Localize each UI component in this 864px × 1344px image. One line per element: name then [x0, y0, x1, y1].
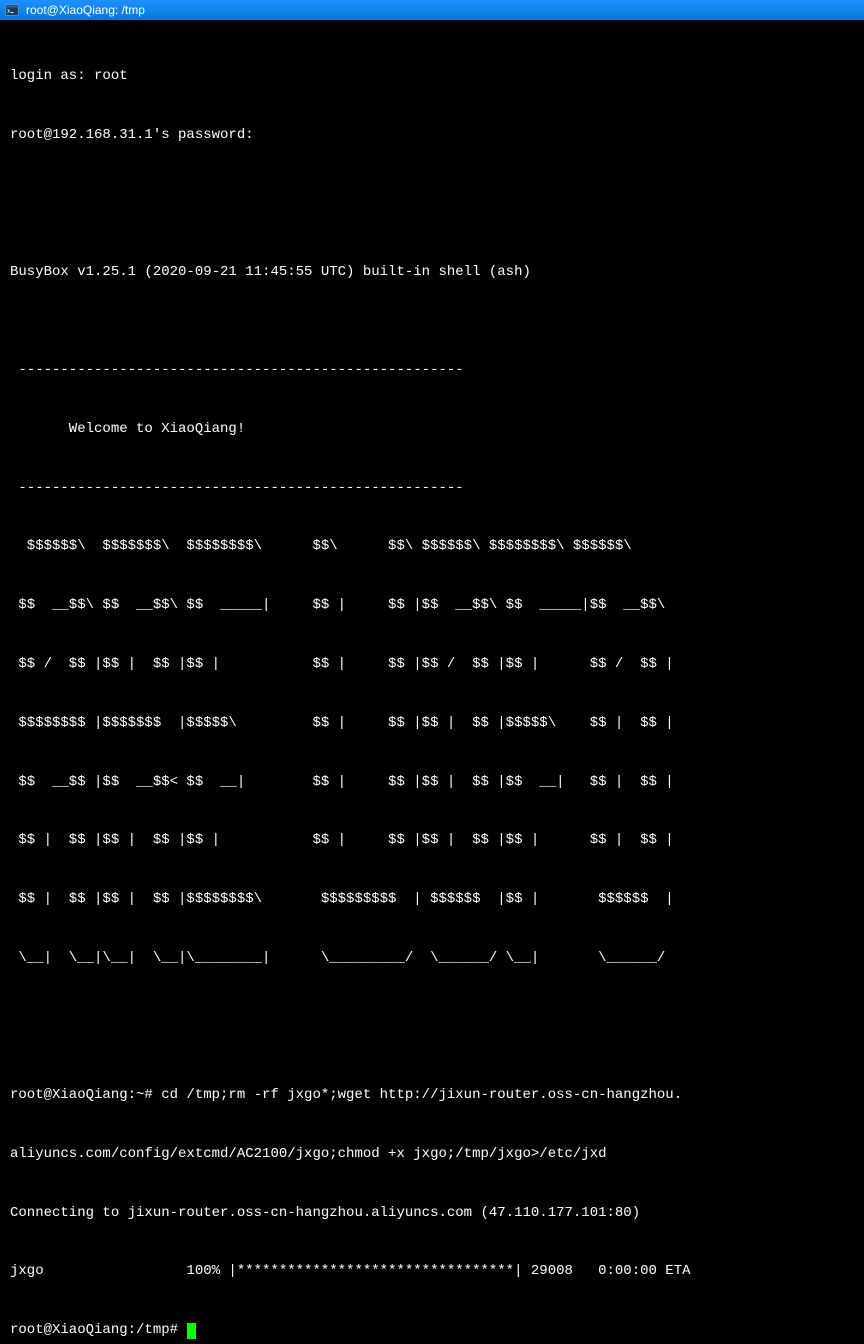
- cursor: [187, 1323, 196, 1339]
- ascii-art-line: $$ __$$ |$$ __$$< $$ __| $$ | $$ |$$ | $…: [10, 773, 854, 793]
- output-line: Connecting to jixun-router.oss-cn-hangzh…: [10, 1204, 854, 1224]
- terminal-line: Welcome to XiaoQiang!: [10, 420, 854, 440]
- terminal-line: root@192.168.31.1's password:: [10, 126, 854, 146]
- window-title: root@XiaoQiang: /tmp: [26, 3, 145, 17]
- terminal-line: ----------------------------------------…: [10, 361, 854, 381]
- ascii-art-line: $$$$$$$$ |$$$$$$$ |$$$$$\ $$ | $$ |$$ | …: [10, 714, 854, 734]
- ascii-art-line: $$ __$$\ $$ __$$\ $$ _____| $$ | $$ |$$ …: [10, 596, 854, 616]
- window-titlebar[interactable]: root@XiaoQiang: /tmp: [0, 0, 864, 20]
- ascii-art-line: \__| \__|\__| \__|\________| \_________/…: [10, 949, 854, 969]
- terminal-line: login as: root: [10, 67, 854, 87]
- prompt-line[interactable]: root@XiaoQiang:/tmp#: [10, 1321, 854, 1341]
- terminal-icon: [4, 2, 20, 18]
- shell-prompt: root@XiaoQiang:/tmp#: [10, 1321, 186, 1341]
- terminal-line: BusyBox v1.25.1 (2020-09-21 11:45:55 UTC…: [10, 263, 854, 283]
- ascii-art-line: $$ | $$ |$$ | $$ |$$ | $$ | $$ |$$ | $$ …: [10, 831, 854, 851]
- command-line: root@XiaoQiang:~# cd /tmp;rm -rf jxgo*;w…: [10, 1086, 854, 1106]
- terminal-output[interactable]: login as: root root@192.168.31.1's passw…: [0, 20, 864, 1344]
- ascii-art-line: $$ | $$ |$$ | $$ |$$$$$$$$\ $$$$$$$$$ | …: [10, 890, 854, 910]
- command-line: aliyuncs.com/config/extcmd/AC2100/jxgo;c…: [10, 1145, 854, 1165]
- progress-line: jxgo 100% |*****************************…: [10, 1262, 854, 1282]
- terminal-line: ----------------------------------------…: [10, 479, 854, 499]
- ascii-art-line: $$$$$$\ $$$$$$$\ $$$$$$$$\ $$\ $$\ $$$$$…: [10, 537, 854, 557]
